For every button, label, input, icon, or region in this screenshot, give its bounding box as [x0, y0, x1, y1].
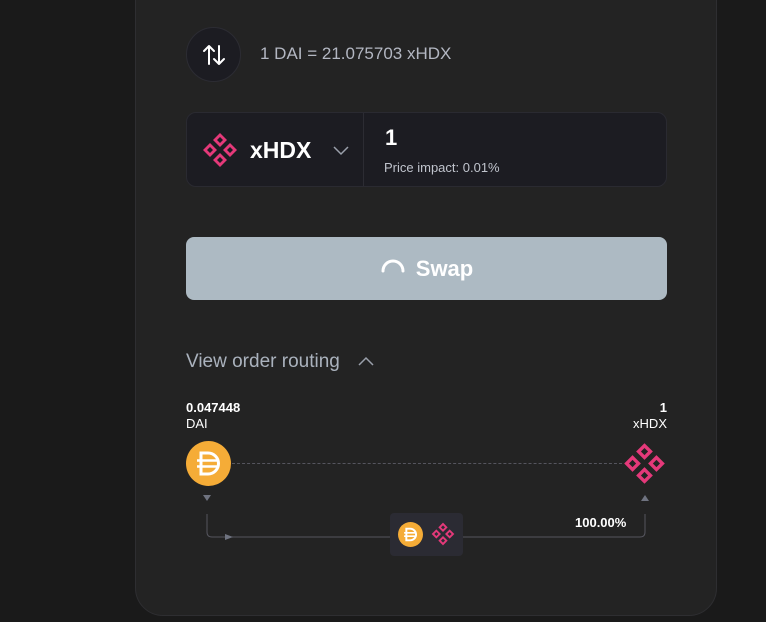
route-destination-symbol: xHDX: [633, 416, 667, 431]
dai-logo-icon: [398, 522, 423, 552]
asset-symbol: xHDX: [250, 137, 312, 163]
loading-spinner-icon: [381, 259, 405, 272]
route-source-symbol: DAI: [186, 416, 208, 431]
routing-toggle-label: View order routing: [186, 351, 340, 372]
chevron-up-icon: [358, 353, 374, 371]
hydradx-logo-icon: [431, 522, 455, 551]
swap-button-label: Swap: [415, 255, 474, 281]
arrow-right-icon: [225, 534, 233, 540]
arrow-down-icon: [203, 495, 211, 501]
exchange-rate: 1 DAI = 21.075703 xHDX: [260, 44, 452, 63]
route-dashed-line: [232, 463, 622, 464]
dai-logo-icon: [186, 441, 231, 491]
amount-input[interactable]: [385, 125, 655, 151]
price-impact: Price impact: 0.01%: [384, 160, 500, 175]
asset-input-box: xHDX Price impact: 0.01%: [186, 112, 667, 187]
route-pool: [390, 513, 463, 556]
asset-selector[interactable]: xHDX: [187, 113, 364, 186]
chevron-down-icon: [333, 143, 349, 161]
route-destination-amount: 1: [659, 400, 667, 415]
hydradx-logo-icon: [623, 442, 666, 490]
swap-arrows-icon: [202, 44, 225, 65]
flip-assets-button[interactable]: [186, 27, 241, 82]
swap-button[interactable]: Swap: [186, 237, 667, 300]
arrow-up-icon: [641, 495, 649, 501]
view-order-routing-toggle[interactable]: View order routing: [186, 350, 374, 374]
hydradx-logo-icon: [202, 132, 238, 173]
route-percentage: 100.00%: [575, 515, 627, 530]
route-source-amount: 0.047448: [186, 400, 241, 415]
